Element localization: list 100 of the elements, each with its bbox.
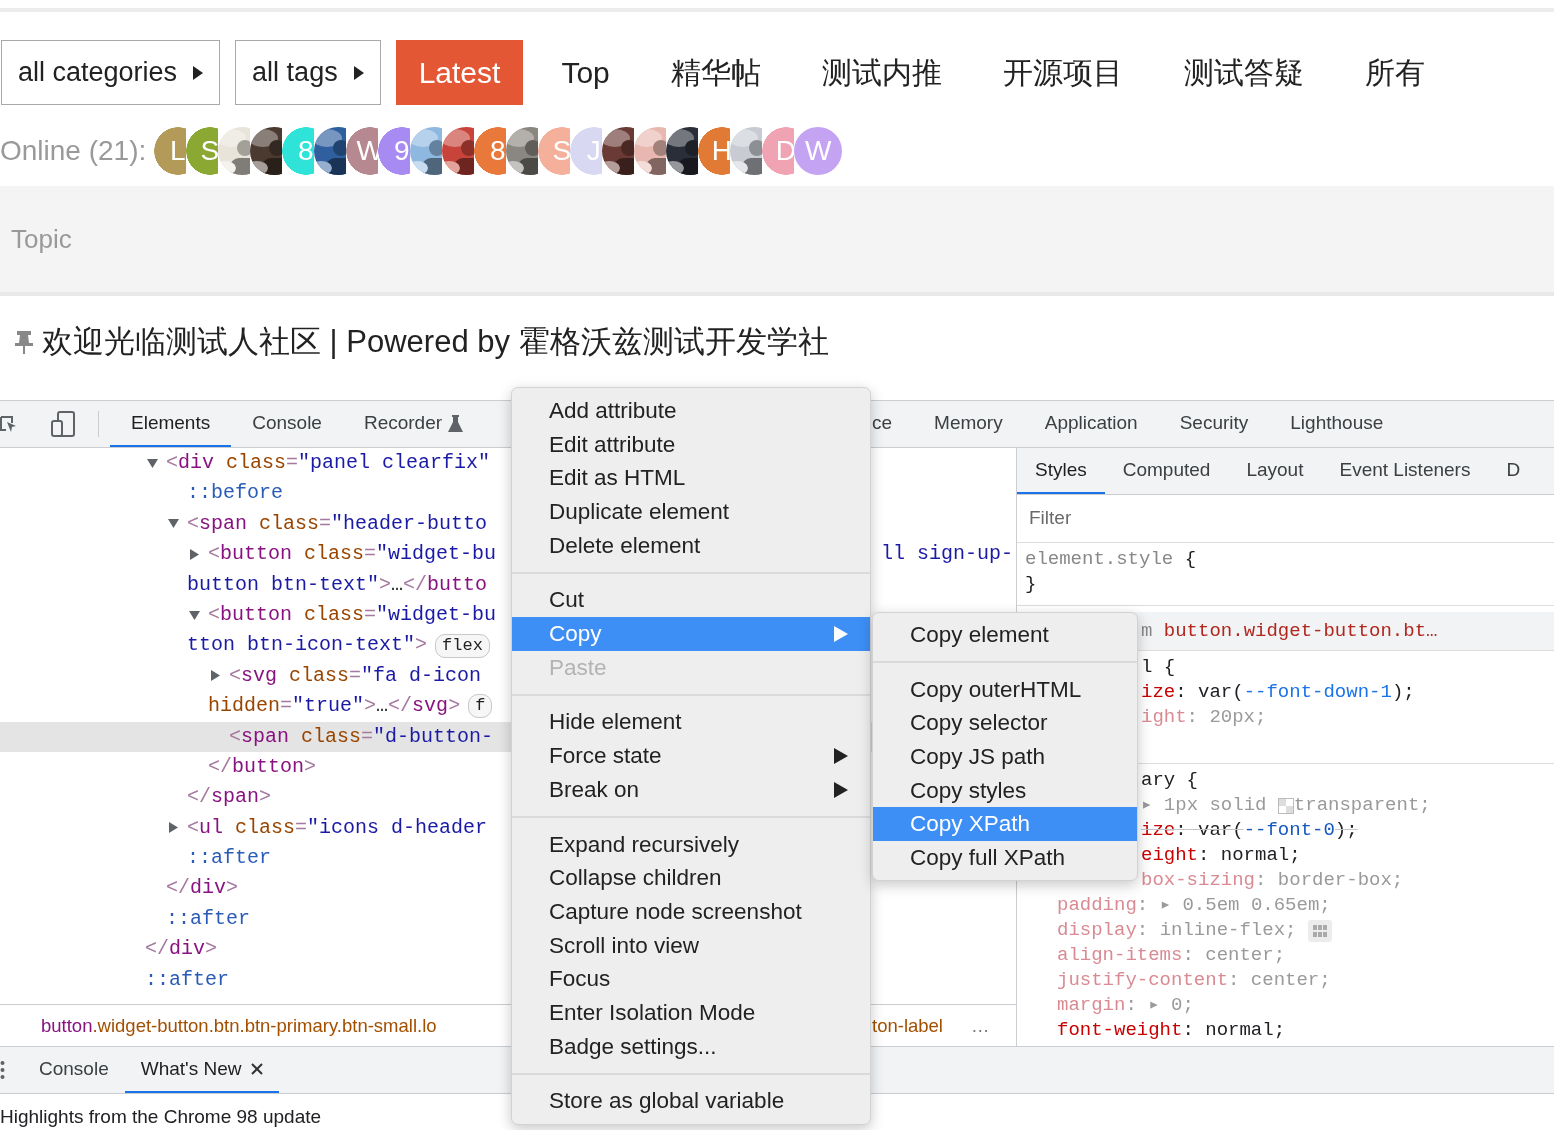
triangle-icon[interactable] [168,821,179,835]
column-header: Topic [11,222,72,256]
nav-tab[interactable]: 所有 [1341,40,1448,105]
dom-code[interactable]: <button class="widget-bu [208,539,497,570]
css-code: ight: 20px; [1141,705,1267,730]
css-code: margin: ▸ 0; [1057,993,1194,1018]
css-code: element.style { [1025,547,1197,572]
nav-tab[interactable]: Top [538,40,633,105]
css-code: eight: normal; [1141,843,1301,868]
overflow-ellipsis[interactable]: … [970,1011,990,1040]
dom-code[interactable]: </button> [208,751,317,783]
dom-code[interactable]: </div> [145,934,218,965]
topic-title[interactable]: 欢迎光临测试人社区 | Powered by 霍格沃兹测试开发学社 [42,318,829,366]
dom-code[interactable]: ::after [145,964,229,996]
caret-icon [193,65,204,80]
devtools-tab[interactable]: ce [872,401,914,447]
devtools-tab[interactable]: Security [1158,401,1270,447]
css-code: } [1025,572,1037,597]
caret-icon [353,65,364,80]
inspect-icon[interactable] [0,415,17,433]
css-code: transparent; [1293,793,1431,818]
devtools-tab[interactable]: Elements [110,401,232,447]
menu-item[interactable]: Enter Isolation Mode [512,996,870,1030]
dom-code[interactable]: button btn-text">…</butto [187,569,488,600]
menu-item[interactable]: Store as global variable [512,1084,870,1119]
styles-tab[interactable]: Styles [1017,448,1105,494]
nav-tab[interactable]: 精华帖 [647,40,784,105]
menu-item[interactable]: Hide element [512,705,870,740]
breadcrumb-link[interactable]: ton-label [872,1011,943,1040]
menu-item[interactable]: Badge settings... [512,1029,870,1064]
menu-item[interactable]: Edit attribute [512,427,870,462]
more-icon[interactable] [0,1060,5,1080]
devtools-tab[interactable]: Memory [913,401,1024,447]
dom-code[interactable]: </div> [166,873,239,904]
dom-code[interactable]: ::after [187,843,271,874]
drawer-tab[interactable]: Console [23,1047,125,1093]
menu-item[interactable]: Duplicate element [512,495,870,529]
menu-item[interactable]: Copy styles [873,773,1137,808]
dom-code[interactable]: <ul class="icons d-header [187,812,488,844]
styles-tab[interactable]: Layout [1228,448,1322,494]
drawer-text: Highlights from the Chrome 98 update [0,1105,322,1129]
devtools-tab[interactable]: Console [231,401,343,447]
menu-item[interactable]: Scroll into view [512,928,870,963]
dom-code[interactable]: </span> [187,782,272,813]
menu-item[interactable]: Collapse children [512,861,870,895]
menu-item[interactable]: Focus [512,962,870,996]
triangle-icon[interactable] [210,669,221,683]
menu-item[interactable]: Copy full XPath [873,841,1137,875]
device-icon[interactable] [51,410,78,438]
drawer-tab[interactable]: What's New [124,1047,280,1093]
triangle-icon[interactable] [147,456,158,470]
filter-dropdown[interactable]: all categories [1,40,221,105]
layout-badge[interactable]: f [468,694,493,719]
dom-code[interactable]: <svg class="fa d-icon [229,660,482,692]
color-swatch-icon[interactable] [1277,797,1294,814]
dom-code[interactable]: <div class="panel clearfix" [166,448,491,479]
devtools-tab[interactable]: Recorder [342,401,485,447]
menu-item[interactable]: Capture node screenshot [512,894,870,929]
dom-code[interactable]: hidden="true">…</svg> [208,691,461,722]
triangle-icon[interactable] [189,547,200,561]
menu-item[interactable]: Cut [512,583,870,618]
devtools-tab[interactable]: Application [1023,401,1159,447]
dom-code[interactable]: ::after [166,903,250,935]
nav-tab[interactable]: 测试内推 [798,40,965,105]
styles-tab[interactable]: Computed [1104,448,1229,494]
filter-dropdown[interactable]: all tags [235,40,381,105]
triangle-icon[interactable] [189,608,200,622]
css-code: ary { [1141,768,1198,793]
css-code: l { [1141,655,1176,680]
dom-code[interactable]: ll sign-up- [880,539,1013,570]
triangle-icon[interactable] [168,517,179,531]
css-code: align-items: center; [1057,943,1286,968]
styles-tab[interactable]: D [1488,448,1539,494]
dom-code[interactable]: <span class="header-butto [187,508,488,540]
dom-code[interactable]: ::before [187,478,283,509]
menu-item[interactable]: Break on [512,772,870,807]
menu-item[interactable]: Copy element [873,618,1137,652]
menu-item[interactable]: Copy JS path [873,740,1137,774]
menu-item[interactable]: Delete element [512,528,870,563]
nav-tab[interactable]: 开源项目 [979,40,1146,105]
css-code: m button.widget-button.bt… [1141,618,1438,644]
menu-item[interactable]: Copy outerHTML [873,672,1137,707]
css-code: padding: ▸ 0.5em 0.65em; [1057,893,1331,918]
menu-item[interactable]: Copy selector [873,706,1137,741]
nav-tab[interactable]: Latest [395,40,524,105]
menu-item[interactable]: Add attribute [512,394,870,428]
online-label: Online (21): [0,134,147,168]
dom-code[interactable]: <button class="widget-bu [208,599,497,631]
close-icon[interactable] [251,1063,264,1075]
layout-badge[interactable]: flex [435,633,490,658]
dom-code[interactable]: tton btn-icon-text"> [187,630,428,661]
nav-tab[interactable]: 测试答疑 [1160,40,1327,105]
styles-tab[interactable]: Event Listeners [1321,448,1489,494]
devtools-tab[interactable]: Lighthouse [1269,401,1405,447]
menu-item[interactable]: Edit as HTML [512,461,870,496]
breadcrumb-link[interactable]: button.widget-button.btn.btn-primary.btn-small.lo [41,1011,437,1040]
menu-item[interactable]: Expand recursively [512,827,870,862]
css-code: display: inline-flex; [1057,918,1298,943]
menu-item[interactable]: Force state [512,739,870,773]
css-code: ize: var(--font-down-1); [1141,680,1415,705]
